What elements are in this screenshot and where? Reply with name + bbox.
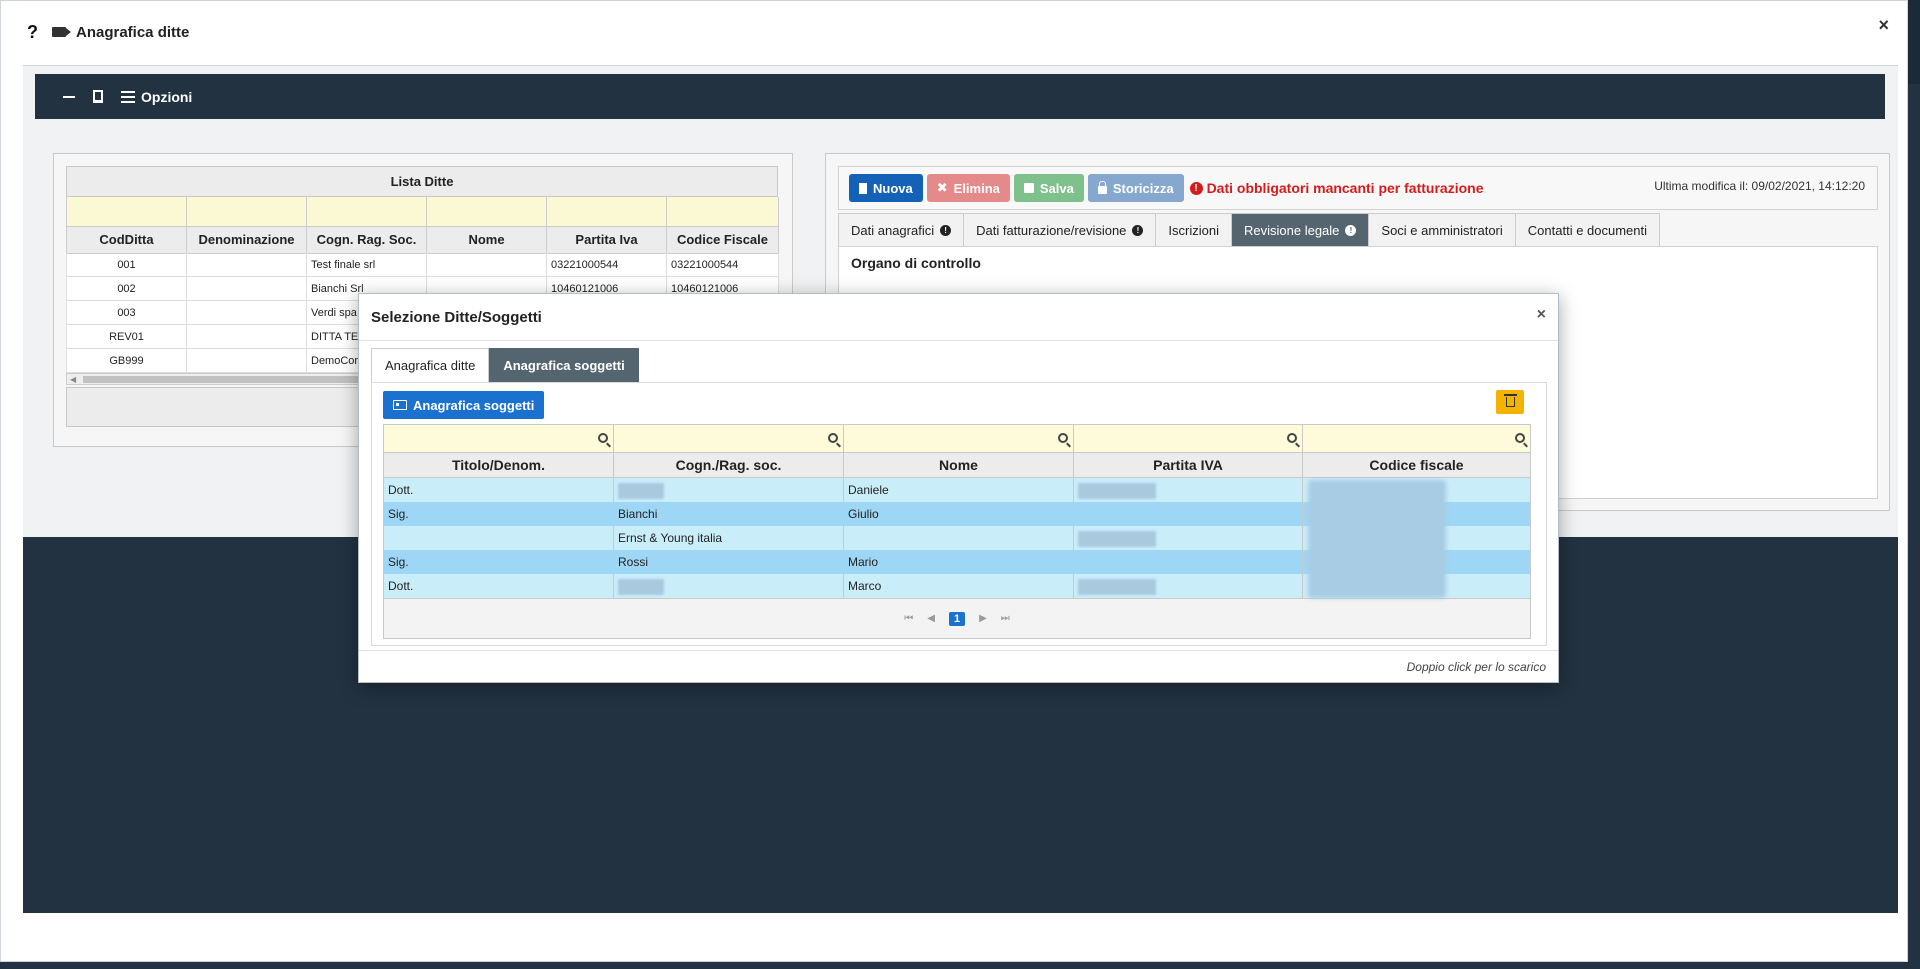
first-page-icon[interactable]: ⏮ (904, 613, 913, 624)
prev-page-icon[interactable]: ◀ (927, 613, 935, 624)
search-icon[interactable] (1058, 433, 1068, 443)
document-icon (859, 182, 867, 194)
search-icon[interactable] (598, 433, 608, 443)
sliders-icon (121, 90, 135, 103)
editor-toolbar: Nuova ✖ Elimina Salva Storicizza ! Dati … (838, 166, 1878, 210)
dialog-body: Anagrafica soggetti Titolo/Denom. Cogn./… (371, 382, 1547, 646)
elimina-button[interactable]: ✖ Elimina (926, 174, 1010, 202)
save-icon (1023, 183, 1034, 193)
lock-icon (1097, 180, 1107, 194)
window-footer (23, 913, 1898, 961)
lista-ditte-filter-row[interactable] (66, 197, 779, 227)
column-header[interactable]: Nome (427, 227, 547, 254)
dialog-footer: Doppio click per lo scarico (359, 650, 1558, 682)
search-icon[interactable] (1515, 433, 1525, 443)
close-icon[interactable]: × (1878, 15, 1889, 36)
selezione-dialog: Selezione Ditte/Soggetti × Anagrafica di… (358, 293, 1559, 683)
window-title: Anagrafica ditte (76, 23, 190, 41)
column-header[interactable]: Codice Fiscale (667, 227, 779, 254)
options-label: Opzioni (141, 88, 193, 105)
options-button[interactable]: Opzioni (121, 89, 192, 105)
tab-contatti-documenti[interactable]: Contatti e documenti (1514, 213, 1661, 246)
id-card-icon (393, 400, 407, 410)
filter-input[interactable] (383, 424, 613, 453)
page-number[interactable]: 1 (948, 611, 966, 626)
tab-dati-anagrafici[interactable]: Dati anagrafici! (838, 213, 965, 246)
tab-anagrafica-ditte[interactable]: Anagrafica ditte (371, 348, 490, 382)
column-header[interactable]: CodDitta (67, 227, 187, 254)
tab-dati-fatturazione[interactable]: Dati fatturazione/revisione! (963, 213, 1157, 246)
column-header[interactable]: Partita IVA (1073, 453, 1302, 478)
filter-input[interactable] (613, 424, 843, 453)
salva-button[interactable]: Salva (1013, 174, 1084, 202)
info-icon: ! (1345, 224, 1357, 236)
editor-tabs: Dati anagrafici! Dati fatturazione/revis… (838, 213, 1661, 246)
building-icon[interactable] (93, 90, 103, 103)
last-page-icon[interactable]: ⏭ (1001, 613, 1010, 624)
dialog-title: Selezione Ditte/Soggetti (371, 308, 542, 326)
soggetti-header: Titolo/Denom. Cogn./Rag. soc. Nome Parti… (383, 453, 1531, 478)
anagrafica-soggetti-button[interactable]: Anagrafica soggetti (383, 391, 545, 419)
close-icon[interactable]: × (1537, 306, 1546, 324)
scrollbar-thumb[interactable] (83, 376, 373, 383)
lista-ditte-header: CodDitta Denominazione Cogn. Rag. Soc. N… (66, 227, 779, 254)
storicizza-button[interactable]: Storicizza (1087, 174, 1184, 202)
window-header: ? Anagrafica ditte × (1, 1, 1907, 63)
tab-revisione-legale[interactable]: Revisione legale! (1231, 213, 1370, 246)
soggetti-table: Titolo/Denom. Cogn./Rag. soc. Nome Parti… (383, 424, 1531, 639)
filter-input[interactable] (1302, 424, 1531, 453)
pager: ⏮ ◀ 1 ▶ ⏭ (383, 598, 1531, 639)
search-icon[interactable] (828, 433, 838, 443)
search-icon[interactable] (1287, 433, 1297, 443)
nuova-button[interactable]: Nuova (849, 174, 923, 202)
info-icon: ! (940, 224, 952, 236)
column-header[interactable]: Cogn. Rag. Soc. (307, 227, 427, 254)
main-toolbar: Opzioni (35, 74, 1885, 119)
tab-anagrafica-soggetti[interactable]: Anagrafica soggetti (489, 348, 639, 382)
filter-input[interactable] (1073, 424, 1302, 453)
next-page-icon[interactable]: ▶ (979, 613, 987, 624)
video-camera-icon[interactable] (52, 27, 71, 37)
redacted-codice-fiscale (1308, 480, 1446, 598)
column-header[interactable]: Denominazione (187, 227, 307, 254)
tab-iscrizioni[interactable]: Iscrizioni (1155, 213, 1232, 246)
info-icon: ! (1132, 224, 1144, 236)
exclamation-icon: ! (1189, 181, 1203, 195)
x-icon: ✖ (936, 180, 948, 195)
filter-input[interactable] (843, 424, 1073, 453)
column-header[interactable]: Titolo/Denom. (383, 453, 613, 478)
trash-icon (1503, 394, 1517, 407)
minimize-icon[interactable] (63, 95, 75, 98)
column-header[interactable]: Codice fiscale (1302, 453, 1531, 478)
scroll-left-icon[interactable]: ◀ (70, 375, 76, 384)
filter-row (383, 424, 1531, 453)
dialog-header: Selezione Ditte/Soggetti × (359, 294, 1558, 341)
last-modified: Ultima modifica il: 09/02/2021, 14:12:20 (1654, 179, 1865, 193)
table-row[interactable]: 001 Test finale srl 03221000544 03221000544 (66, 253, 779, 277)
section-title: Organo di controllo (851, 255, 981, 271)
lista-ditte-caption: Lista Ditte (66, 166, 778, 197)
help-icon[interactable]: ? (27, 22, 38, 43)
tab-soci-amministratori[interactable]: Soci e amministratori (1368, 213, 1516, 246)
warning-message: ! Dati obbligatori mancanti per fatturaz… (1189, 180, 1483, 196)
dialog-tabs: Anagrafica ditte Anagrafica soggetti (371, 348, 639, 382)
column-header[interactable]: Partita Iva (547, 227, 667, 254)
delete-button[interactable] (1496, 390, 1524, 414)
column-header[interactable]: Cogn./Rag. soc. (613, 453, 843, 478)
footer-hint: Doppio click per lo scarico (1406, 660, 1546, 674)
column-header[interactable]: Nome (843, 453, 1073, 478)
